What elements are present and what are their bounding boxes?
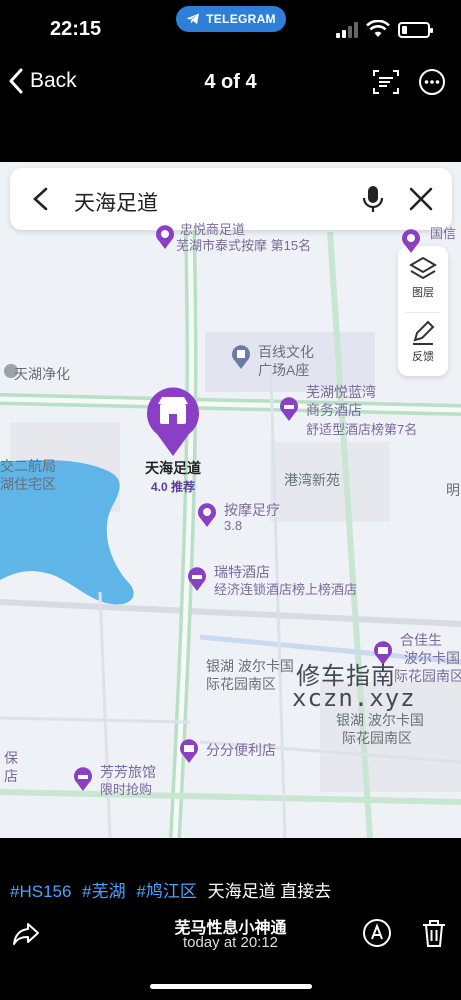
map-screenshot[interactable]: 天海足道 图层 反馈 天海足道 4.0 推荐 忠悦商足道 芜湖市泰式按摩 第15… bbox=[0, 162, 461, 838]
map-label: 广场A座 bbox=[258, 362, 310, 378]
layers-icon bbox=[409, 256, 437, 280]
map-label: 际花园南区 bbox=[394, 668, 461, 684]
map-label: 芜湖悦蓝湾 bbox=[306, 384, 376, 400]
more-icon[interactable] bbox=[418, 68, 446, 96]
poi-pin-icon[interactable] bbox=[400, 228, 422, 254]
layers-button[interactable]: 图层 bbox=[398, 250, 448, 310]
layers-label: 图层 bbox=[412, 287, 434, 299]
hotel-pin-icon[interactable] bbox=[186, 566, 208, 592]
hotel-pin-icon[interactable] bbox=[72, 766, 94, 792]
poi-pin-icon[interactable] bbox=[196, 502, 218, 528]
hashtag-link[interactable]: #鸠江区 bbox=[136, 882, 196, 901]
viewer-bottom-bar: 芜马性息小神通 today at 20:12 bbox=[0, 910, 461, 970]
status-bar: 22:15 TELEGRAM bbox=[0, 0, 461, 60]
telegram-badge-label: TELEGRAM bbox=[206, 12, 276, 26]
message-caption: #HS156 #芜湖 #鸠江区 天海足道 直接去 bbox=[10, 877, 331, 902]
poi-pin-icon[interactable] bbox=[154, 224, 176, 250]
map-tools-panel: 图层 反馈 bbox=[398, 246, 448, 376]
map-label: 百线文化 bbox=[258, 344, 314, 360]
hashtag-link[interactable]: #HS156 bbox=[10, 882, 71, 901]
telegram-badge[interactable]: TELEGRAM bbox=[176, 6, 286, 32]
map-label: 交二航局 bbox=[0, 458, 56, 474]
map-label: 际花园南区 bbox=[342, 730, 412, 746]
watermark-en: xczn.xyz bbox=[292, 684, 416, 712]
mic-icon[interactable] bbox=[360, 184, 386, 214]
viewer-nav-bar: Back 4 of 4 bbox=[0, 60, 461, 106]
battery-icon bbox=[398, 22, 433, 38]
tools-divider bbox=[406, 312, 440, 313]
map-label: 瑞特酒店 bbox=[214, 564, 270, 580]
search-back-icon[interactable] bbox=[28, 186, 54, 212]
scan-text-icon[interactable] bbox=[372, 68, 400, 96]
shop-pin-icon[interactable] bbox=[178, 738, 200, 764]
signal-icon bbox=[336, 22, 358, 38]
status-time: 22:15 bbox=[50, 18, 102, 40]
feedback-label: 反馈 bbox=[412, 351, 434, 363]
clear-icon[interactable] bbox=[408, 186, 434, 212]
map-label: 合佳生 bbox=[400, 632, 442, 648]
feedback-pen-icon bbox=[413, 320, 435, 345]
map-label: 忠悦商足道 bbox=[180, 222, 246, 237]
map-label: 芳芳旅馆 bbox=[100, 764, 156, 780]
building-pin-icon[interactable] bbox=[230, 344, 252, 370]
telegram-icon bbox=[186, 13, 200, 24]
caption-text: 天海足道 直接去 bbox=[207, 882, 332, 901]
map-search-query[interactable]: 天海足道 bbox=[74, 187, 158, 217]
map-label: 限时抢购 bbox=[100, 782, 153, 797]
edit-icon[interactable] bbox=[362, 918, 392, 948]
map-label: 际花园南区 bbox=[206, 676, 276, 692]
map-label: 舒适型酒店榜第7名 bbox=[306, 422, 418, 437]
map-label: 波尔卡国 bbox=[404, 650, 460, 666]
map-label: 3.8 bbox=[224, 518, 243, 533]
map-label: 商务酒店 bbox=[306, 402, 362, 418]
feedback-button[interactable]: 反馈 bbox=[398, 314, 448, 374]
map-label: 湖住宅区 bbox=[0, 476, 56, 492]
trash-icon[interactable] bbox=[420, 918, 448, 948]
hotel-pin-icon[interactable] bbox=[278, 396, 300, 422]
map-label: 按摩足疗 bbox=[224, 502, 280, 518]
map-label: 芜湖市泰式按摩 第15名 bbox=[176, 238, 312, 253]
map-label: 分分便利店 bbox=[206, 742, 276, 758]
map-label: 港湾新苑 bbox=[284, 472, 340, 488]
selected-poi-name[interactable]: 天海足道 bbox=[120, 458, 226, 478]
home-indicator[interactable] bbox=[150, 984, 312, 989]
map-label: 经济连锁酒店榜上榜酒店 bbox=[214, 582, 358, 597]
map-label: 保 bbox=[4, 750, 18, 766]
map-label: 天湖净化 bbox=[14, 366, 70, 382]
selected-poi-rating: 4.0 推荐 bbox=[150, 480, 196, 494]
map-label: 银湖 波尔卡国 bbox=[206, 658, 294, 674]
map-label: 店 bbox=[4, 768, 18, 784]
map-label: 银湖 波尔卡国 bbox=[336, 712, 424, 728]
map-label: 国信 bbox=[430, 226, 457, 241]
map-search-bar[interactable]: 天海足道 bbox=[10, 168, 452, 230]
hashtag-link[interactable]: #芜湖 bbox=[82, 882, 125, 901]
map-label: 明 bbox=[446, 482, 460, 498]
wifi-icon bbox=[366, 20, 390, 37]
selected-poi-marker-icon[interactable] bbox=[144, 384, 202, 458]
